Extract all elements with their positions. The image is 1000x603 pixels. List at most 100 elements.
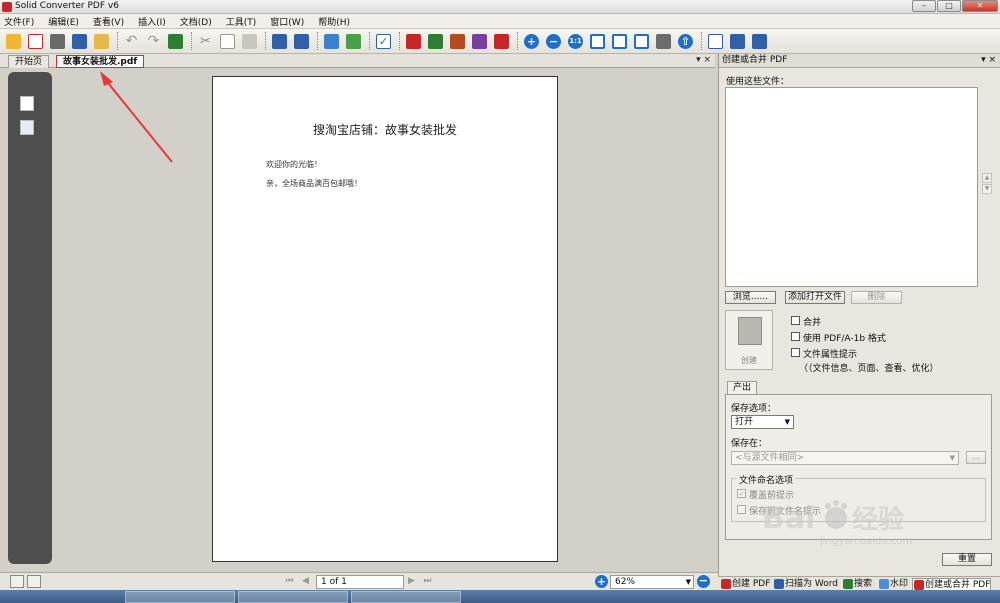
- zoom-select[interactable]: 62% ▼: [610, 575, 694, 589]
- menu-edit[interactable]: 编辑(E): [48, 15, 79, 28]
- tab-label: 水印: [890, 579, 909, 589]
- tool-icon[interactable]: [654, 32, 673, 51]
- menu-file[interactable]: 文件(F): [4, 15, 34, 28]
- watermark-icon: [879, 579, 889, 589]
- scroll-up-icon[interactable]: ▲: [982, 173, 992, 183]
- tab-strip-controls[interactable]: ▾ ×: [696, 55, 711, 65]
- redo-icon[interactable]: ↷: [144, 32, 163, 51]
- page-line: 亲，全场商品满百包邮哦！: [266, 179, 362, 188]
- overwrite-prompt-checkbox[interactable]: ✓: [737, 489, 746, 498]
- create-pdf-icon: [721, 579, 731, 589]
- toolbar-separator: [191, 32, 193, 50]
- panel-title: 创建或合并 PDF: [722, 55, 788, 65]
- tab-label: 创建 PDF: [732, 579, 771, 589]
- menu-view[interactable]: 查看(V): [93, 15, 124, 28]
- email-icon[interactable]: [92, 32, 111, 51]
- fit-page-icon[interactable]: [610, 32, 629, 51]
- checkbox-icon[interactable]: ✓: [374, 32, 393, 51]
- properties-checkbox[interactable]: [791, 348, 800, 357]
- zoom-out-icon[interactable]: −: [544, 32, 563, 51]
- remove-button[interactable]: 删除: [851, 291, 902, 304]
- thumbnail-panel: [8, 72, 52, 564]
- tab-active-document[interactable]: 故事女装批发.pdf: [56, 55, 145, 68]
- file-list[interactable]: [725, 87, 978, 287]
- zoom-out-icon[interactable]: −: [697, 575, 710, 588]
- maximize-button[interactable]: □: [937, 0, 961, 12]
- save-in-browse-button[interactable]: ...: [966, 451, 986, 464]
- print-icon[interactable]: [70, 32, 89, 51]
- title-bar: Solid Converter PDF v6 – □ ✕: [0, 0, 1000, 14]
- minimize-button[interactable]: –: [912, 0, 936, 12]
- menu-document[interactable]: 文档(D): [180, 15, 212, 28]
- menu-tools[interactable]: 工具(T): [226, 15, 257, 28]
- window-title: Solid Converter PDF v6: [15, 1, 119, 11]
- undo-icon[interactable]: ↶: [122, 32, 141, 51]
- browse-button[interactable]: 浏览......: [725, 291, 776, 304]
- export-icon[interactable]: [344, 32, 363, 51]
- save-in-select[interactable]: <与源文件相同> ▼: [731, 451, 959, 465]
- layout-icon[interactable]: [750, 32, 769, 51]
- panel-controls[interactable]: ▾ ×: [981, 54, 996, 67]
- page-line: 欢迎你的光临！: [266, 160, 322, 169]
- copy-icon[interactable]: [218, 32, 237, 51]
- taskbar-item[interactable]: [238, 591, 348, 603]
- bookmarks-icon[interactable]: [20, 120, 34, 135]
- open-icon[interactable]: [4, 32, 23, 51]
- panel-tab-strip: 创建 PDF 扫描为 Word 搜索 水印 创建或合并 PDF: [718, 576, 1000, 591]
- search-icon: [843, 579, 853, 589]
- close-button[interactable]: ✕: [962, 0, 998, 12]
- page-number-field[interactable]: 1 of 1: [316, 575, 404, 589]
- create-button[interactable]: 创建: [725, 310, 773, 370]
- convert-ppt-icon[interactable]: [448, 32, 467, 51]
- save-in-label: 保存在：: [731, 439, 768, 449]
- up-icon[interactable]: ⇧: [676, 32, 695, 51]
- next-page-icon[interactable]: ▶: [406, 576, 417, 587]
- create-pdf-icon: [738, 317, 762, 345]
- reset-button[interactable]: 重置: [942, 553, 992, 566]
- new-icon[interactable]: [26, 32, 45, 51]
- taskbar-item[interactable]: [125, 591, 235, 603]
- pages-icon[interactable]: [20, 96, 34, 111]
- add-open-files-button[interactable]: 添加打开文件: [785, 291, 845, 304]
- extract-icon[interactable]: [322, 32, 341, 51]
- grid-icon[interactable]: [728, 32, 747, 51]
- taskbar-item[interactable]: [351, 591, 461, 603]
- paste-icon[interactable]: [240, 32, 259, 51]
- toolbar-separator: [701, 32, 703, 50]
- convert-icon[interactable]: [166, 32, 185, 51]
- single-page-icon[interactable]: [706, 32, 725, 51]
- tab-label: 创建或合并 PDF: [925, 580, 991, 590]
- overwrite-prompt-label: 覆盖前提示: [749, 491, 795, 501]
- pdfa-checkbox[interactable]: [791, 332, 800, 341]
- convert-word-icon[interactable]: [404, 32, 423, 51]
- columns-icon[interactable]: [270, 32, 289, 51]
- zoom-value: 62%: [615, 577, 636, 587]
- thumbnail-view-icon[interactable]: [27, 575, 41, 588]
- scroll-down-icon[interactable]: ▼: [982, 184, 992, 194]
- convert-excel-icon[interactable]: [426, 32, 445, 51]
- zoom-in-icon[interactable]: +: [522, 32, 541, 51]
- save-option-select[interactable]: 打开 ▼: [731, 415, 794, 429]
- menu-insert[interactable]: 插入(I): [138, 15, 166, 28]
- filename-prompt-checkbox[interactable]: [737, 505, 746, 514]
- last-page-icon[interactable]: ⏭: [422, 576, 433, 587]
- menu-window[interactable]: 窗口(W): [270, 15, 304, 28]
- tab-output[interactable]: 产出: [727, 381, 757, 395]
- first-page-icon[interactable]: ⏮: [284, 576, 295, 587]
- fullscreen-icon[interactable]: [632, 32, 651, 51]
- merge-checkbox[interactable]: [791, 316, 800, 325]
- save-icon[interactable]: [48, 32, 67, 51]
- fit-width-icon[interactable]: [588, 32, 607, 51]
- cut-icon[interactable]: ✂: [196, 32, 215, 51]
- list-scroll-arrows[interactable]: ▲ ▼: [982, 173, 992, 195]
- properties-note: （（文件信息、页面、查看、优化）: [799, 364, 939, 374]
- convert-text-icon[interactable]: [492, 32, 511, 51]
- tab-start-page[interactable]: 开始页: [8, 55, 50, 68]
- actual-size-icon[interactable]: 1:1: [566, 32, 585, 51]
- zoom-in-icon[interactable]: +: [595, 575, 608, 588]
- convert-html-icon[interactable]: [470, 32, 489, 51]
- menu-help[interactable]: 帮助(H): [318, 15, 350, 28]
- previous-page-icon[interactable]: ◀: [300, 576, 311, 587]
- rows-icon[interactable]: [292, 32, 311, 51]
- single-page-view-icon[interactable]: [10, 575, 24, 588]
